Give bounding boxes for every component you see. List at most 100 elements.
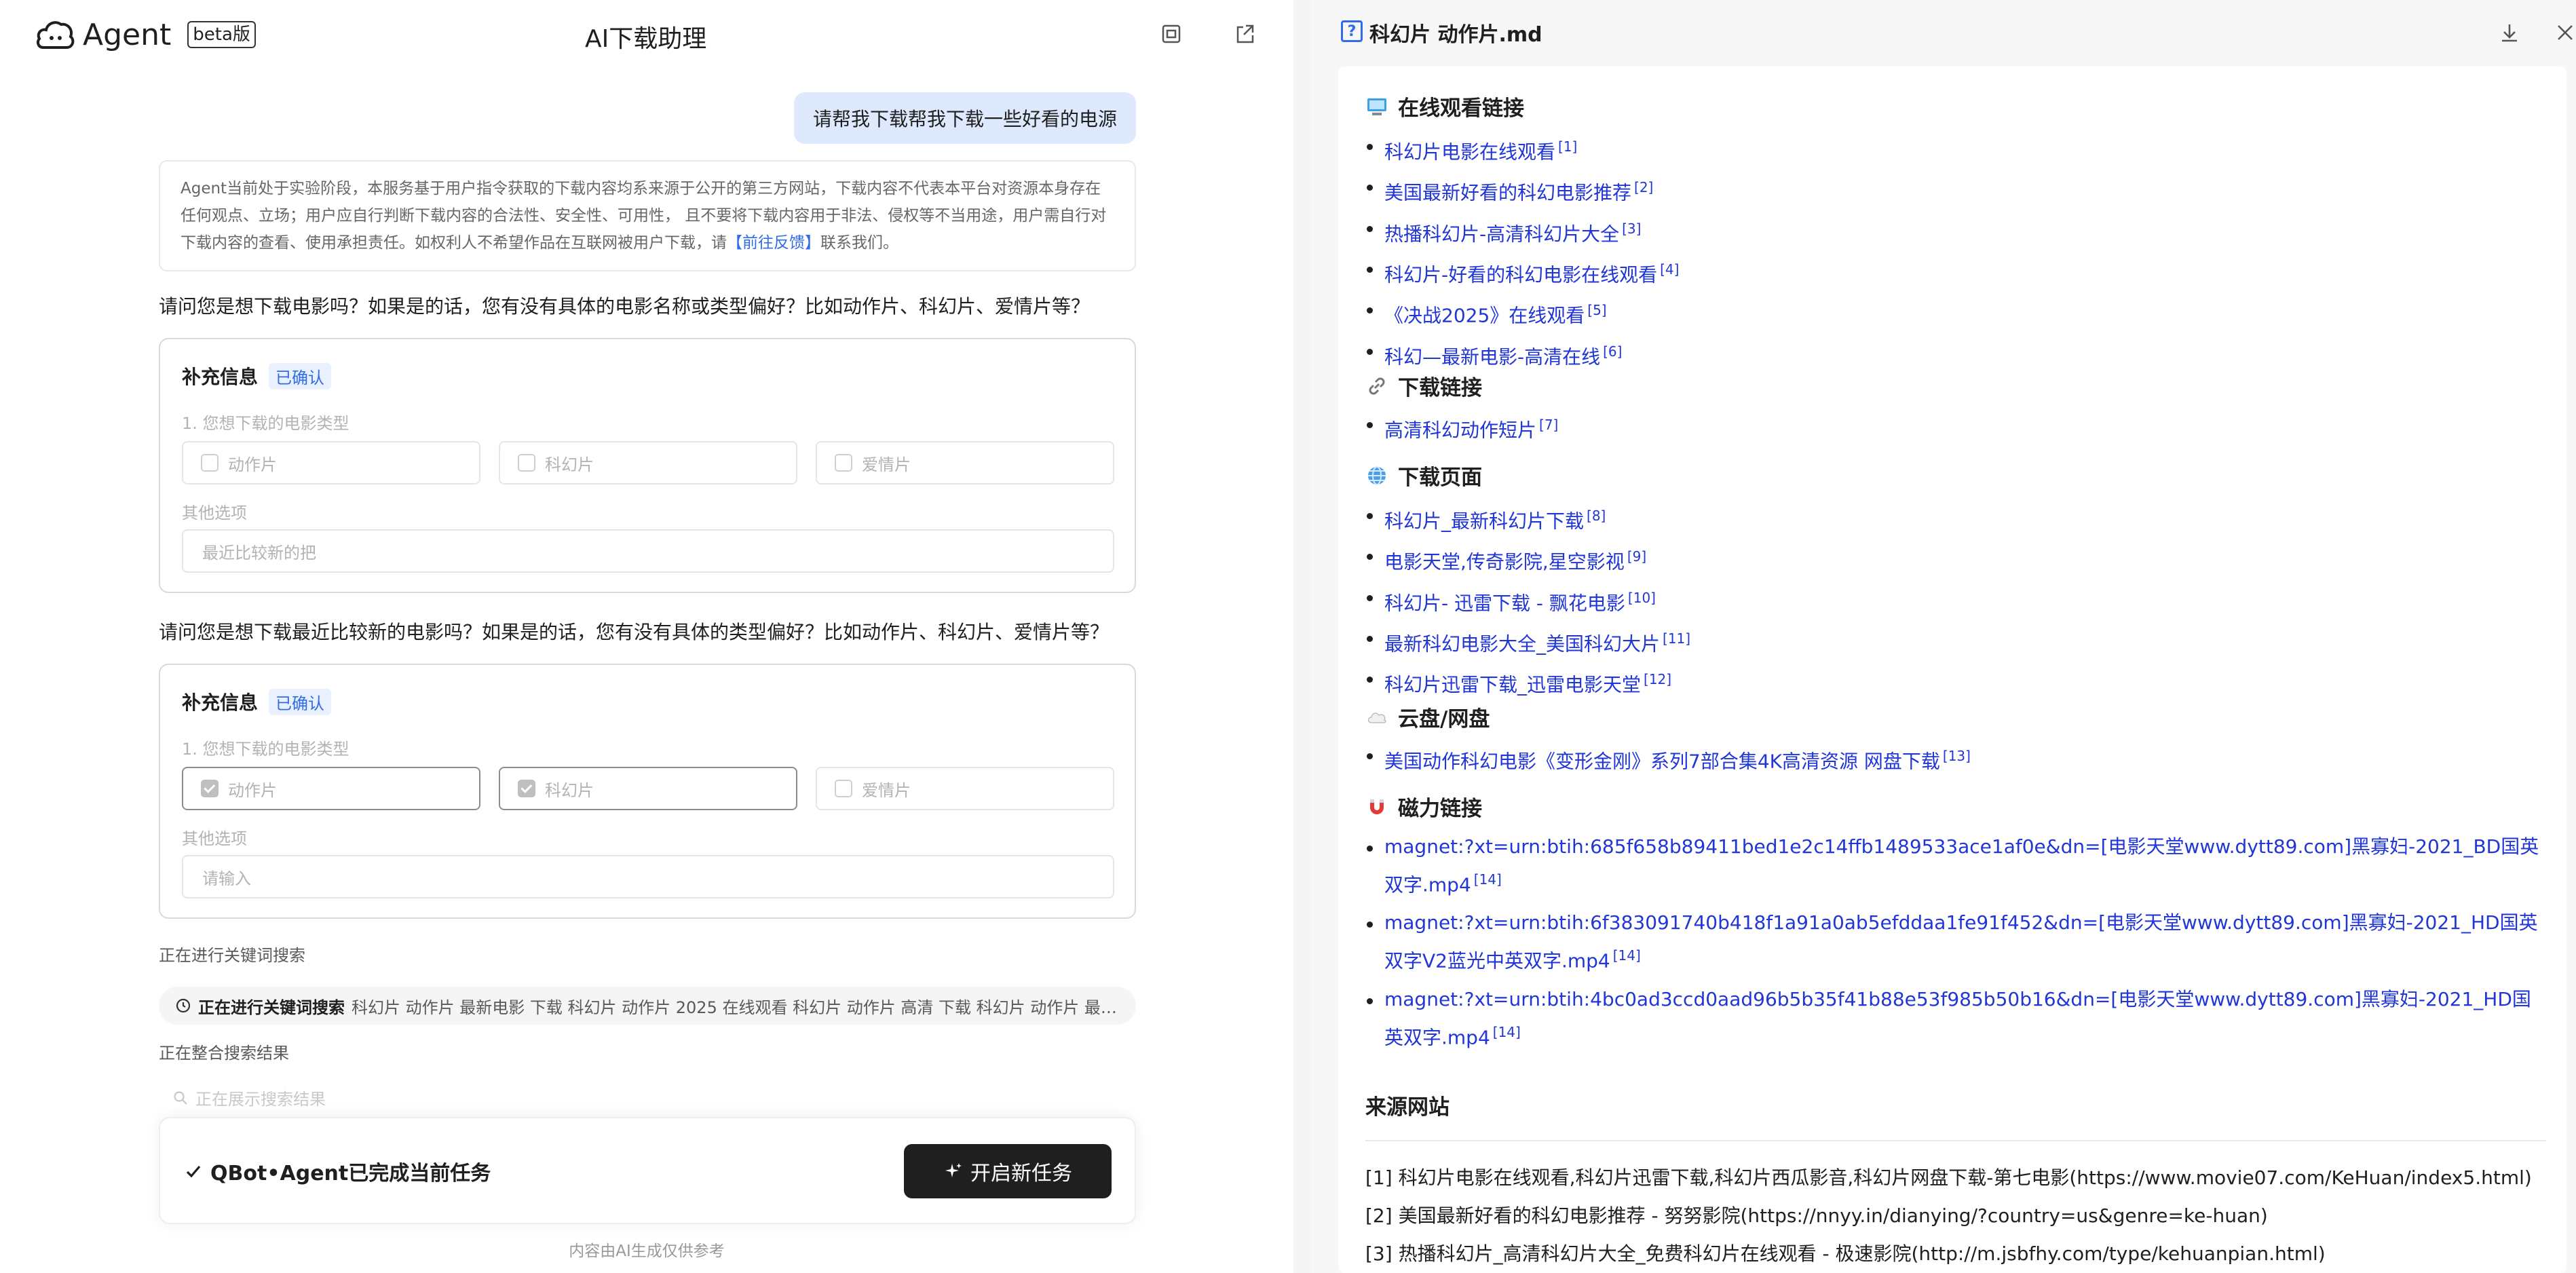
list-item[interactable]: 科幻片- 迅雷下载 - 飘花电影 [10]: [1365, 580, 2546, 621]
section-title-text: 磁力链接: [1398, 797, 1482, 821]
new-task-label: 开启新任务: [970, 1162, 1072, 1185]
cloud-links-list: 美国动作科幻电影《变形金刚》系列7部合集4K高清资源 网盘下载 [13]: [1365, 738, 2546, 779]
cloud-icon: [1367, 712, 1386, 723]
source-item: [2] 美国最新好看的科幻电影推荐 - 努努影院(https://nnyy.in…: [1365, 1204, 2268, 1227]
section-title-text: 在线观看链接: [1398, 96, 1524, 121]
search-keywords: 科幻片 动作片 最新电影 下载 科幻片 动作片 2025 在线观看 科幻片 动作…: [352, 998, 1120, 1017]
option-action[interactable]: 动作片: [182, 767, 480, 810]
disclaimer-text: Agent当前处于实验阶段，本服务基于用户指令获取的下载内容均系来源于公开的第三…: [181, 180, 1107, 252]
option-scifi[interactable]: 科幻片: [499, 767, 797, 810]
list-item[interactable]: 科幻片迅雷下载_迅雷电影天堂 [12]: [1365, 662, 2546, 702]
list-item[interactable]: 《决战2025》在线观看 [5]: [1365, 292, 2546, 333]
markdown-document: 在线观看链接 科幻片电影在线观看 [1] 美国最新好看的科幻电影推荐 [2] 热播科…: [1338, 66, 2566, 1273]
other-options-label: 其他选项: [182, 829, 247, 848]
list-item[interactable]: 最新科幻电影大全_美国科幻大片 [11]: [1365, 621, 2546, 662]
status-merge: 正在整合搜索结果: [159, 1044, 289, 1063]
other-options-field[interactable]: 最近比较新的把: [182, 529, 1114, 573]
sources-list: [1] 科幻片电影在线观看,科幻片迅雷下载,科幻片西瓜影音,科幻片网盘下载-第七…: [1365, 1159, 2546, 1273]
section-download-pages-title: 下载页面: [1365, 460, 1482, 491]
close-icon[interactable]: [2552, 19, 2576, 46]
share-icon[interactable]: [1231, 20, 1258, 48]
card-header: 补充信息 已确认: [182, 362, 332, 390]
section-title-text: 下载页面: [1398, 466, 1482, 490]
ai-disclaimer-footer: 内容由AI生成仅供参考: [569, 1242, 725, 1260]
search-progress-pill[interactable]: 正在进行关键词搜索 科幻片 动作片 最新电影 下载 科幻片 动作片 2025 在…: [159, 987, 1136, 1025]
confirmed-badge: 已确认: [269, 362, 332, 390]
source-item: [1] 科幻片电影在线观看,科幻片迅雷下载,科幻片西瓜影音,科幻片网盘下载-第七…: [1365, 1166, 2532, 1189]
genre-options: 动作片 科幻片 爱情片: [182, 767, 1114, 810]
list-item[interactable]: 高清科幻动作短片 [7]: [1365, 407, 2546, 448]
task-complete-bar: QBot•Agent已完成当前任务 开启新任务: [159, 1117, 1136, 1224]
option-label: 爱情片: [862, 780, 911, 800]
download-links-list: 高清科幻动作短片 [7]: [1365, 407, 2546, 448]
disclaimer-tail: 联系我们。: [820, 234, 898, 252]
task-complete-label: QBot•Agent已完成当前任务: [210, 1162, 491, 1185]
feedback-link[interactable]: 【前往反馈】: [727, 234, 820, 252]
list-item[interactable]: 科幻片_最新科幻片下载 [8]: [1365, 498, 2546, 539]
download-icon[interactable]: [2496, 19, 2523, 46]
option-romance[interactable]: 爱情片: [816, 441, 1114, 484]
genre-question-label: 1. 您想下载的电影类型: [182, 740, 349, 759]
logo-text: Agent: [83, 17, 172, 52]
checkbox-checked-icon[interactable]: [518, 780, 535, 797]
link-icon: [1369, 377, 1385, 394]
list-item[interactable]: magnet:?xt=urn:btih:685f658b89411bed1e2c…: [1365, 831, 2546, 901]
user-message: 请帮我下载帮我下载一些好看的电源: [793, 92, 1136, 144]
pane-divider[interactable]: [1293, 0, 1310, 1273]
list-item[interactable]: 科幻片电影在线观看 [1]: [1365, 129, 2546, 170]
disclaimer-box: Agent当前处于实验阶段，本服务基于用户指令获取的下载内容均系来源于公开的第三…: [159, 160, 1136, 271]
clock-icon: [176, 998, 191, 1013]
section-title-text: 下载链接: [1398, 376, 1482, 400]
list-item[interactable]: 美国动作科幻电影《变形金刚》系列7部合集4K高清资源 网盘下载 [13]: [1365, 738, 2546, 779]
option-action[interactable]: 动作片: [182, 441, 480, 484]
checkbox-checked-icon[interactable]: [201, 780, 219, 797]
other-options-field[interactable]: 请输入: [182, 855, 1114, 898]
check-icon: [186, 1165, 201, 1178]
list-item[interactable]: 电影天堂,传奇影院,星空影视 [9]: [1365, 539, 2546, 580]
section-download-links-title: 下载链接: [1365, 370, 1482, 401]
cloud-logo-icon: [37, 21, 75, 49]
card-title: 补充信息: [182, 366, 259, 388]
option-label: 科幻片: [545, 455, 594, 474]
checkbox-icon[interactable]: [518, 454, 535, 472]
other-options-label: 其他选项: [182, 504, 247, 522]
list-item[interactable]: 科幻片-好看的科幻电影在线观看 [4]: [1365, 252, 2546, 292]
globe-icon: [1368, 466, 1386, 485]
list-item[interactable]: 科幻—最新电影-高清在线 [6]: [1365, 334, 2546, 375]
chat-header: Agent beta版 AI下载助理: [0, 0, 1293, 68]
option-romance[interactable]: 爱情片: [816, 767, 1114, 810]
app-logo[interactable]: Agent beta版: [35, 16, 256, 53]
magnet-links-list: magnet:?xt=urn:btih:685f658b89411bed1e2c…: [1365, 831, 2546, 1059]
panel-toggle-icon[interactable]: [1158, 20, 1185, 48]
option-scifi[interactable]: 科幻片: [499, 441, 797, 484]
page-title: AI下载助理: [585, 25, 707, 53]
divider: [1365, 1140, 2546, 1141]
computer-icon: [1367, 98, 1386, 115]
list-item[interactable]: magnet:?xt=urn:btih:6f383091740b418f1a91…: [1365, 907, 2546, 977]
checkbox-icon[interactable]: [201, 454, 219, 472]
list-item[interactable]: magnet:?xt=urn:btih:4bc0ad3ccd0aad96b5b3…: [1365, 983, 2546, 1054]
document-title: 科幻片 动作片.md: [1369, 23, 1542, 47]
unknown-file-icon: ?: [1341, 20, 1363, 42]
checkbox-icon[interactable]: [835, 454, 852, 472]
online-links-list: 科幻片电影在线观看 [1] 美国最新好看的科幻电影推荐 [2] 热播科幻片-高清科幻…: [1365, 129, 2546, 375]
document-header: ? 科幻片 动作片.md: [1310, 0, 2576, 65]
checkbox-icon[interactable]: [835, 780, 852, 797]
confirmed-badge: 已确认: [269, 688, 332, 715]
section-cloud-title: 云盘/网盘: [1365, 702, 1490, 732]
genre-options: 动作片 科幻片 爱情片: [182, 441, 1114, 484]
card-header: 补充信息 已确认: [182, 688, 332, 715]
section-magnet-title: 磁力链接: [1365, 791, 1482, 822]
chat-pane: Agent beta版 AI下载助理 请帮我下载帮我下载一些好看的电源 Agen…: [0, 0, 1293, 1273]
new-task-button[interactable]: 开启新任务: [904, 1144, 1112, 1198]
option-label: 科幻片: [545, 780, 594, 800]
download-pages-list: 科幻片_最新科幻片下载 [8] 电影天堂,传奇影院,星空影视 [9] 科幻片- 迅雷…: [1365, 498, 2546, 703]
option-label: 爱情片: [862, 455, 911, 474]
search-status-label: 正在进行关键词搜索: [198, 998, 345, 1017]
list-item[interactable]: 美国最新好看的科幻电影推荐 [2]: [1365, 170, 2546, 210]
list-item[interactable]: 热播科幻片-高清科幻片大全 [3]: [1365, 211, 2546, 252]
status-show-text: 正在展示搜索结果: [195, 1090, 326, 1109]
beta-badge: beta版: [187, 21, 256, 48]
card-title: 补充信息: [182, 691, 259, 714]
option-label: 动作片: [228, 780, 277, 800]
